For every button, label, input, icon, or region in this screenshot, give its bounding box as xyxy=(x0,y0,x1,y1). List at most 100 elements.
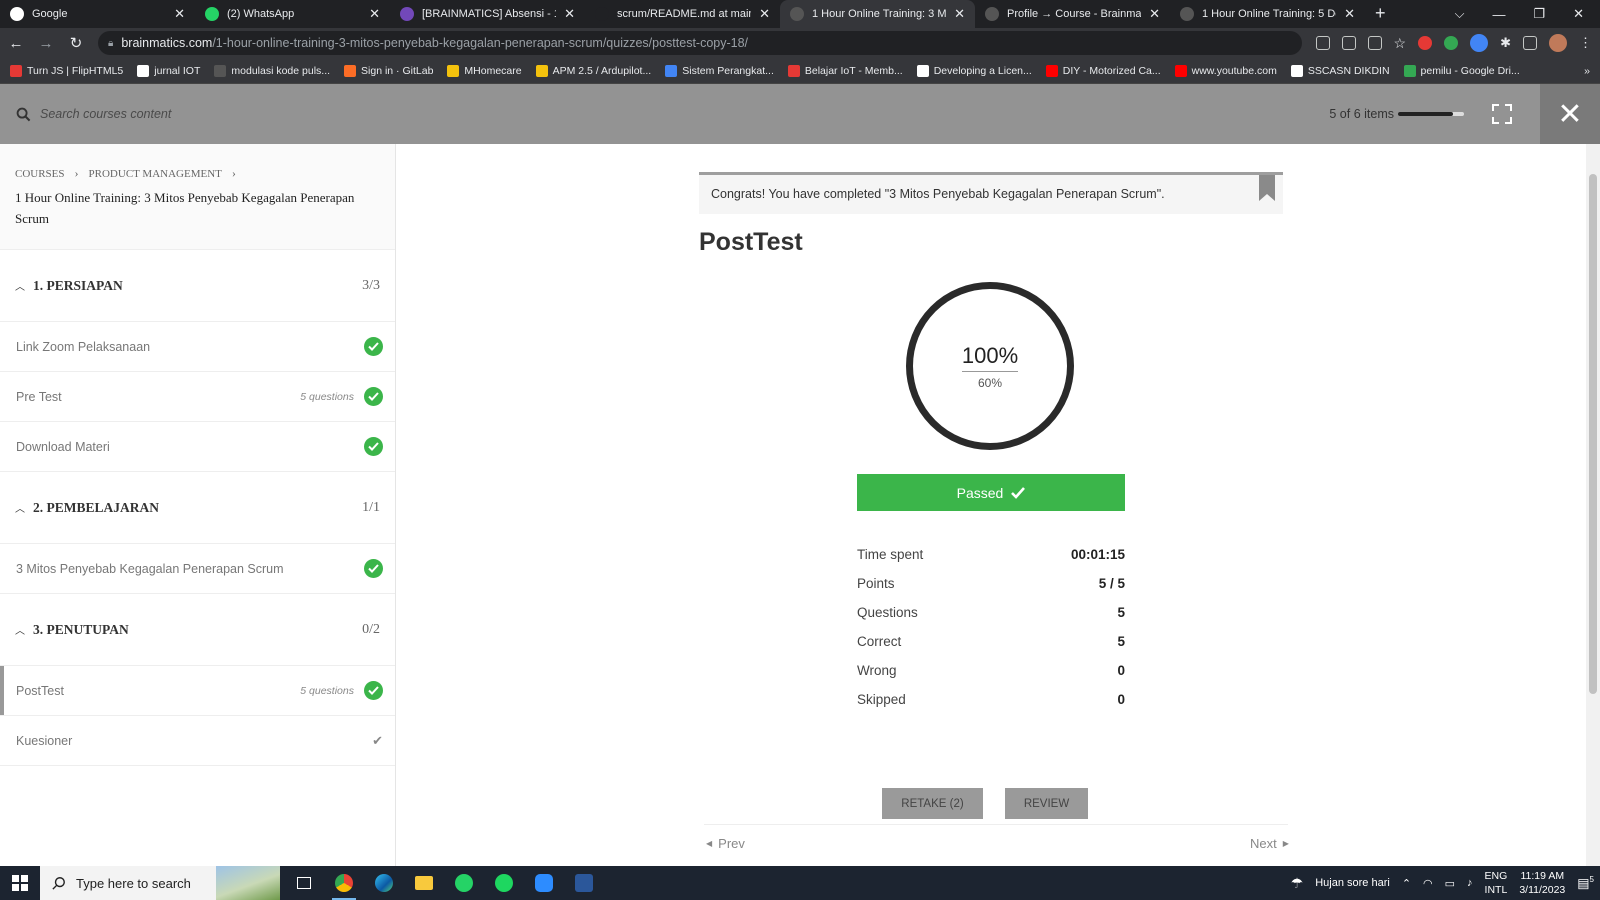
close-course-button[interactable]: ✕ xyxy=(1540,84,1600,144)
bookmark-item[interactable]: SSCASN DIKDIN xyxy=(1290,64,1390,77)
tab-close-icon[interactable]: ✕ xyxy=(1149,6,1160,22)
word-icon[interactable] xyxy=(564,866,604,900)
chevron-up-icon[interactable]: ⌃ xyxy=(1402,877,1411,890)
chevron-up-icon[interactable]: ︿ xyxy=(15,278,25,293)
section-count: 3/3 xyxy=(362,277,380,293)
review-button[interactable]: REVIEW xyxy=(1005,788,1088,819)
clock[interactable]: 11:19 AM 3/11/2023 xyxy=(1519,869,1565,897)
lesson-item[interactable]: Download Materi xyxy=(0,422,395,472)
lesson-item[interactable]: PostTest 5 questions xyxy=(0,666,395,716)
new-tab-icon[interactable]: + xyxy=(1375,3,1386,24)
chrome-icon[interactable] xyxy=(324,866,364,900)
tab-close-icon[interactable]: ✕ xyxy=(759,6,770,22)
notification-icon[interactable]: ▤5 xyxy=(1577,875,1594,891)
install-icon[interactable] xyxy=(1315,36,1330,50)
completed-check-icon xyxy=(364,681,383,700)
completed-check-icon xyxy=(364,387,383,406)
more-bookmarks-icon[interactable]: » xyxy=(1584,65,1590,77)
bookmark-item[interactable]: Belajar IoT - Memb... xyxy=(787,64,903,77)
volume-icon[interactable]: ♪ xyxy=(1467,877,1473,889)
tab-close-icon[interactable]: ✕ xyxy=(954,6,965,22)
zoom-icon[interactable] xyxy=(524,866,564,900)
browser-tab[interactable]: (2) WhatsApp ✕ xyxy=(195,0,390,28)
translate-icon[interactable] xyxy=(1341,36,1356,50)
tab-search-icon[interactable]: ⌵ xyxy=(1455,6,1465,22)
weather-icon[interactable]: ☂ xyxy=(1291,875,1304,892)
curriculum-section[interactable]: ︿ 1. PERSIAPAN 3/3 xyxy=(0,250,395,322)
extension-red-icon[interactable] xyxy=(1418,36,1433,50)
share-icon[interactable] xyxy=(1367,36,1382,50)
battery-icon[interactable]: ▭ xyxy=(1445,877,1455,890)
curriculum-section[interactable]: ︿ 3. PENUTUPAN 0/2 xyxy=(0,594,395,666)
bookmark-item[interactable]: www.youtube.com xyxy=(1174,64,1277,77)
chevron-up-icon[interactable]: ︿ xyxy=(15,622,25,637)
bookmark-item[interactable]: MHomecare xyxy=(447,64,522,77)
sidepanel-icon[interactable] xyxy=(1523,36,1537,50)
browser-tab[interactable]: 1 Hour Online Training: 3 Mitos ✕ xyxy=(780,0,975,28)
file-explorer-icon[interactable] xyxy=(404,866,444,900)
bookmark-item[interactable]: Developing a Licen... xyxy=(916,64,1032,77)
address-bar[interactable]: 🔒︎ brainmatics.com/1-hour-online-trainin… xyxy=(98,31,1302,55)
bookmark-item[interactable]: jurnal IOT xyxy=(137,64,200,77)
bookmark-favicon-icon xyxy=(137,64,150,77)
spotify-icon[interactable] xyxy=(484,866,524,900)
bookmark-item[interactable]: pemilu - Google Dri... xyxy=(1403,64,1520,77)
breadcrumb: COURSES › PRODUCT MANAGEMENT › 1 Hour On… xyxy=(0,144,395,250)
clock-time: 11:19 AM xyxy=(1520,870,1565,882)
main-scrollbar[interactable] xyxy=(1586,144,1600,866)
restore-icon[interactable]: ❐ xyxy=(1533,6,1545,22)
breadcrumb-category[interactable]: PRODUCT MANAGEMENT xyxy=(89,168,222,180)
extension-blue-icon[interactable] xyxy=(1470,34,1489,52)
bookmark-item[interactable]: Sign in · GitLab xyxy=(344,64,433,77)
curriculum-section[interactable]: ︿ 2. PEMBELAJARAN 1/1 xyxy=(0,472,395,544)
reload-icon[interactable]: ↻ xyxy=(68,34,84,52)
start-button[interactable] xyxy=(0,866,40,900)
browser-tab[interactable]: Profile → Course - Brainmatics ✕ xyxy=(975,0,1170,28)
tab-close-icon[interactable]: ✕ xyxy=(1344,6,1355,22)
caret-right-icon: ▶ xyxy=(1282,839,1289,848)
scrollbar-thumb[interactable] xyxy=(1589,174,1597,694)
next-link[interactable]: Next ▶ xyxy=(1250,836,1289,851)
tab-close-icon[interactable]: ✕ xyxy=(174,6,185,22)
profile-avatar[interactable] xyxy=(1549,34,1567,52)
browser-tab[interactable]: Google ✕ xyxy=(0,0,195,28)
edge-icon[interactable] xyxy=(364,866,404,900)
bookmark-item[interactable]: modulasi kode puls... xyxy=(214,64,330,77)
browser-tab[interactable]: scrum/README.md at main · bu ✕ xyxy=(585,0,780,28)
weather-text[interactable]: Hujan sore hari xyxy=(1315,877,1390,889)
lesson-item[interactable]: Link Zoom Pelaksanaan xyxy=(0,322,395,372)
bookmark-item[interactable]: APM 2.5 / Ardupilot... xyxy=(535,64,651,77)
prev-link[interactable]: ◀ Prev xyxy=(706,836,745,851)
stat-value: 0 xyxy=(1117,692,1125,707)
star-icon[interactable]: ☆ xyxy=(1394,35,1407,52)
retake-button[interactable]: RETAKE (2) xyxy=(882,788,983,819)
menu-icon[interactable]: ⋮ xyxy=(1579,35,1592,51)
quiz-result-panel: Congrats! You have completed "3 Mitos Pe… xyxy=(396,144,1586,866)
tab-close-icon[interactable]: ✕ xyxy=(369,6,380,22)
extension-green-icon[interactable] xyxy=(1444,36,1459,50)
bookmark-item[interactable]: Turn JS | FlipHTML5 xyxy=(10,64,123,77)
network-icon[interactable]: ◠ xyxy=(1423,877,1433,890)
close-window-icon[interactable]: ✕ xyxy=(1573,6,1584,22)
chevron-up-icon[interactable]: ︿ xyxy=(15,500,25,515)
language-indicator[interactable]: ENG INTL xyxy=(1485,869,1508,897)
puzzle-icon[interactable]: ✱ xyxy=(1500,35,1511,51)
lesson-item[interactable]: Pre Test 5 questions xyxy=(0,372,395,422)
tab-close-icon[interactable]: ✕ xyxy=(564,6,575,22)
taskbar-search[interactable]: Type here to search xyxy=(40,866,280,900)
whatsapp-icon[interactable] xyxy=(444,866,484,900)
search-courses-input[interactable] xyxy=(40,107,440,121)
task-view-icon[interactable] xyxy=(284,866,324,900)
fullscreen-icon[interactable] xyxy=(1492,104,1512,124)
bookmark-item[interactable]: DIY - Motorized Ca... xyxy=(1045,64,1161,77)
back-icon[interactable]: ← xyxy=(8,35,24,52)
stat-label: Points xyxy=(857,576,895,591)
forward-icon[interactable]: → xyxy=(38,35,54,52)
bookmark-item[interactable]: Sistem Perangkat... xyxy=(665,64,774,77)
browser-tab[interactable]: 1 Hour Online Training: 5 Delusi ✕ xyxy=(1170,0,1365,28)
minimize-icon[interactable]: — xyxy=(1492,7,1505,22)
lesson-item[interactable]: 3 Mitos Penyebab Kegagalan Penerapan Scr… xyxy=(0,544,395,594)
lesson-item[interactable]: Kuesioner ✔ xyxy=(0,716,395,766)
browser-tab[interactable]: [BRAINMATICS] Absensi - 1 Hou ✕ xyxy=(390,0,585,28)
breadcrumb-courses[interactable]: COURSES xyxy=(15,168,65,180)
